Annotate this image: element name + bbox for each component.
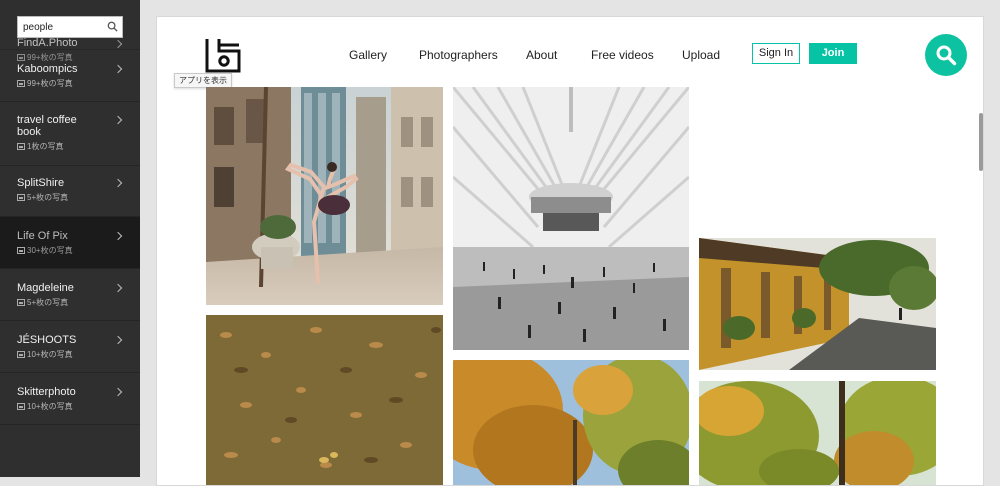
nav-upload[interactable]: Upload — [682, 48, 720, 62]
image-icon — [17, 299, 25, 306]
photo-autumn-foliage[interactable] — [699, 381, 936, 485]
chevron-right-icon — [113, 335, 123, 345]
search-icon — [936, 45, 957, 66]
chevron-right-icon — [113, 283, 123, 293]
source-item-name: JÉSHOOTS — [17, 334, 77, 346]
photo-autumn-leaves[interactable] — [206, 315, 443, 485]
chevron-right-icon — [113, 39, 123, 49]
nav-about[interactable]: About — [526, 48, 557, 62]
source-item-skitterphoto[interactable]: Skitterphoto 10+枚の写真 — [0, 373, 140, 425]
source-item-count: 99+枚の写真 — [17, 78, 140, 89]
search-fab-button[interactable] — [925, 34, 967, 76]
sign-in-button[interactable]: Sign In — [752, 43, 800, 64]
source-item-splitshire[interactable]: SplitShire 5+枚の写真 — [0, 166, 140, 217]
source-item-count: 10+枚の写真 — [17, 401, 140, 412]
nav-gallery[interactable]: Gallery — [349, 48, 387, 62]
sidebar: FindA.Photo 99+枚の写真 Kaboompics 99+枚の写真 t… — [0, 0, 140, 477]
nav-free-videos[interactable]: Free videos — [591, 48, 654, 62]
join-button[interactable]: Join — [809, 43, 857, 64]
image-icon — [17, 143, 25, 150]
logo-icon[interactable] — [205, 37, 241, 73]
chevron-right-icon — [113, 231, 123, 241]
app-tooltip: アプリを表示 — [174, 73, 232, 88]
source-item-count: 5+枚の写真 — [17, 192, 140, 203]
image-icon — [17, 80, 25, 87]
source-item-name: FindA.Photo — [17, 37, 78, 49]
nav-photographers[interactable]: Photographers — [419, 48, 498, 62]
source-item-travel-coffee-book[interactable]: travel coffee book 1枚の写真 — [0, 102, 140, 166]
photo-autumn-trees[interactable] — [453, 360, 689, 485]
source-item-name: Kaboompics — [17, 63, 78, 75]
source-list: FindA.Photo 99+枚の写真 Kaboompics 99+枚の写真 t… — [0, 37, 140, 425]
source-item-count: 1枚の写真 — [17, 141, 140, 152]
image-icon — [17, 247, 25, 254]
source-item-life-of-pix[interactable]: Life Of Pix 30+枚の写真 — [0, 217, 140, 269]
source-item-findaphoto[interactable]: FindA.Photo 99+枚の写真 — [0, 8, 140, 62]
image-icon — [17, 403, 25, 410]
chevron-right-icon — [113, 387, 123, 397]
source-item-jeshoots[interactable]: JÉSHOOTS 10+枚の写真 — [0, 321, 140, 373]
source-item-count: 5+枚の写真 — [17, 297, 140, 308]
chevron-right-icon — [113, 178, 123, 188]
source-item-name: SplitShire — [17, 177, 65, 189]
source-item-magdeleine[interactable]: Magdeleine 5+枚の写真 — [0, 269, 140, 321]
chevron-right-icon — [113, 64, 123, 74]
main-content: アプリを表示 Gallery Photographers About Free … — [156, 16, 984, 486]
source-item-kaboompics[interactable]: Kaboompics 99+枚の写真 — [0, 50, 140, 102]
source-item-name: travel coffee book — [17, 114, 77, 138]
source-item-name: Skitterphoto — [17, 386, 76, 398]
photo-ballet-dancer[interactable] — [206, 87, 443, 305]
source-item-count: 30+枚の写真 — [17, 245, 140, 256]
photo-oculus-station[interactable] — [453, 87, 689, 350]
image-icon — [17, 194, 25, 201]
photo-yellow-houses[interactable] — [699, 238, 936, 370]
chevron-right-icon — [113, 115, 123, 125]
source-item-count: 10+枚の写真 — [17, 349, 140, 360]
source-item-name: Life Of Pix — [17, 230, 68, 242]
image-icon — [17, 351, 25, 358]
scrollbar[interactable] — [979, 113, 983, 171]
source-item-name: Magdeleine — [17, 282, 74, 294]
